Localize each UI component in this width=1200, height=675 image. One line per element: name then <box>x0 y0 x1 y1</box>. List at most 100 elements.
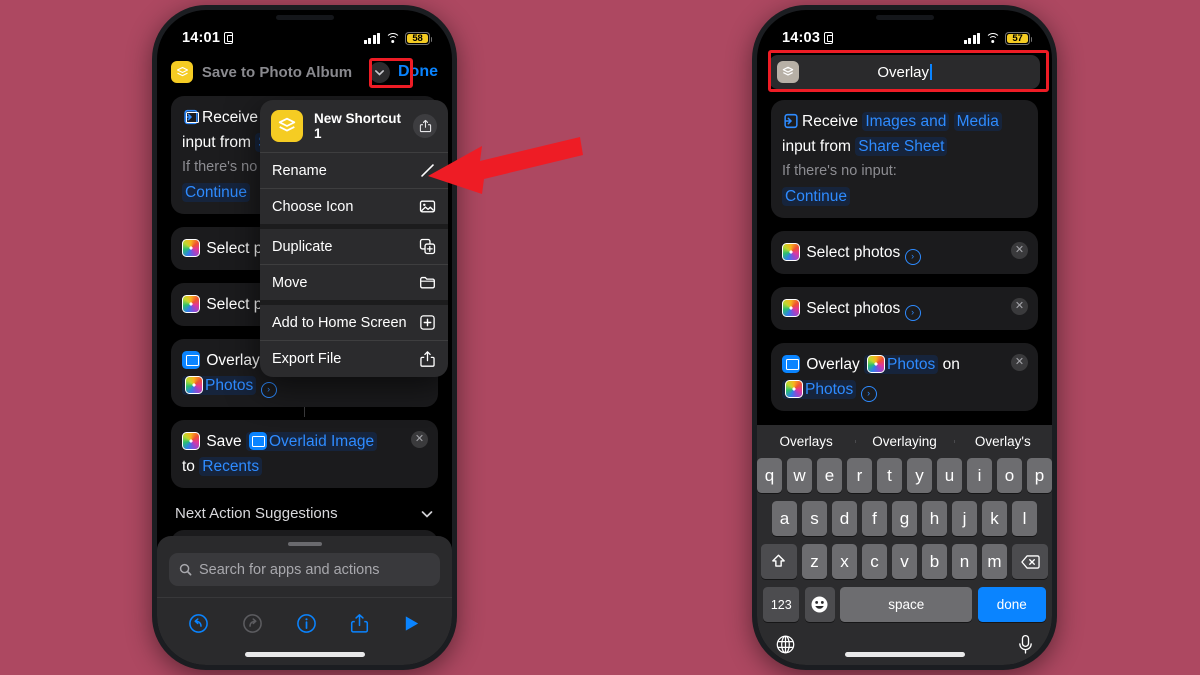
remove-action-button[interactable]: ✕ <box>1011 242 1028 259</box>
photos-app-icon <box>182 238 200 257</box>
play-icon[interactable] <box>402 614 421 633</box>
menu-item-move[interactable]: Move <box>260 264 448 300</box>
battery-icon: 57 <box>1005 31 1033 45</box>
chevron-right-circle-icon[interactable]: › <box>904 305 921 321</box>
done-key[interactable]: done <box>977 587 1046 622</box>
key-s[interactable]: s <box>802 501 827 536</box>
overlay-bottom-token[interactable]: Photos <box>182 375 257 395</box>
wifi-icon <box>985 32 1000 44</box>
menu-item-label: Move <box>272 274 308 291</box>
menu-item-label: Export File <box>272 351 342 367</box>
numbers-key[interactable]: 123 <box>763 587 800 622</box>
left-nav-title: Save to Photo Album <box>201 63 353 81</box>
suggestion-2[interactable]: Overlay's <box>953 434 1052 449</box>
overlay-top-token[interactable]: Photos <box>864 354 939 374</box>
key-a[interactable]: a <box>772 501 797 536</box>
menu-item-label: Choose Icon <box>272 198 354 215</box>
input-from-label: input from <box>182 134 251 151</box>
no-input-note: If there's no input: <box>782 163 897 179</box>
suggestion-1[interactable]: Overlaying <box>855 434 953 449</box>
status-time: 14:03 <box>782 30 821 46</box>
emoji-smiley-icon[interactable] <box>804 587 835 622</box>
save-card[interactable]: ✕ Save Overlaid Image to Recents <box>171 420 438 488</box>
search-placeholder: Search for apps and actions <box>199 561 380 578</box>
menu-item-duplicate[interactable]: Duplicate <box>260 224 448 264</box>
backspace-delete-icon[interactable] <box>1012 544 1049 579</box>
key-x[interactable]: x <box>832 544 857 579</box>
key-o[interactable]: o <box>997 458 1022 493</box>
key-p[interactable]: p <box>1027 458 1052 493</box>
key-d[interactable]: d <box>832 501 857 536</box>
photos-app-icon <box>182 294 200 313</box>
key-l[interactable]: l <box>1012 501 1037 536</box>
key-w[interactable]: w <box>787 458 812 493</box>
key-t[interactable]: t <box>877 458 902 493</box>
share-up-arrow-icon <box>420 351 435 367</box>
key-g[interactable]: g <box>892 501 917 536</box>
key-h[interactable]: h <box>922 501 947 536</box>
search-icon <box>179 563 192 576</box>
remove-action-button[interactable]: ✕ <box>411 431 428 448</box>
key-z[interactable]: z <box>802 544 827 579</box>
receive-label: Receive <box>202 109 258 126</box>
info-circle-icon[interactable] <box>296 613 317 634</box>
key-q[interactable]: q <box>757 458 782 493</box>
select-photos-card-2[interactable]: ✕ Select photos › <box>771 287 1038 330</box>
chevron-right-circle-icon[interactable]: › <box>860 386 877 402</box>
key-v[interactable]: v <box>892 544 917 579</box>
receive-input-icon <box>782 112 800 130</box>
undo-icon[interactable] <box>188 613 209 634</box>
chevron-right-circle-icon[interactable]: › <box>260 382 277 398</box>
key-u[interactable]: u <box>937 458 962 493</box>
receive-input-card[interactable]: Receive Images and Media input from Shar… <box>771 100 1038 218</box>
share-up-arrow-icon[interactable] <box>350 613 369 634</box>
redo-icon[interactable] <box>242 613 263 634</box>
overlay-card[interactable]: ✕ Overlay Photos on Photos › <box>771 343 1038 411</box>
menu-item-export-file[interactable]: Export File <box>260 340 448 377</box>
key-e[interactable]: e <box>817 458 842 493</box>
right-action-list: Receive Images and Media input from Shar… <box>757 89 1052 411</box>
remove-action-button[interactable]: ✕ <box>1011 298 1028 315</box>
microphone-icon[interactable] <box>1017 634 1034 661</box>
red-arrow-pointing-to-rename <box>428 137 583 194</box>
album-token[interactable]: Recents <box>199 457 263 476</box>
space-key[interactable]: space <box>840 587 973 622</box>
key-c[interactable]: c <box>862 544 887 579</box>
overlaid-image-token[interactable]: Overlaid Image <box>245 431 378 451</box>
shift-up-arrow-icon[interactable] <box>760 544 797 579</box>
left-phone-screen: 14:01 58 Save to Photo Album Done Receiv… <box>157 10 452 665</box>
keyboard-row-1: qwertyuiop <box>757 458 1052 493</box>
key-n[interactable]: n <box>952 544 977 579</box>
input-type-token-2[interactable]: Media <box>953 112 1002 131</box>
key-k[interactable]: k <box>982 501 1007 536</box>
suggestion-0[interactable]: Overlays <box>757 434 855 449</box>
continue-token[interactable]: Continue <box>182 183 251 202</box>
overlay-bottom-token[interactable]: Photos <box>782 379 857 399</box>
status-time: 14:01 <box>182 30 221 46</box>
menu-item-add-to-home-screen[interactable]: Add to Home Screen <box>260 300 448 340</box>
drag-handle[interactable] <box>287 542 322 546</box>
editor-toolbar <box>157 597 452 649</box>
key-f[interactable]: f <box>862 501 887 536</box>
input-source-token[interactable]: Share Sheet <box>855 137 948 156</box>
select-photos-card-1[interactable]: ✕ Select photos › <box>771 231 1038 274</box>
battery-icon: 58 <box>405 31 433 45</box>
key-j[interactable]: j <box>952 501 977 536</box>
search-input[interactable]: Search for apps and actions <box>169 553 440 586</box>
key-m[interactable]: m <box>982 544 1007 579</box>
remove-action-button[interactable]: ✕ <box>1011 354 1028 371</box>
select-photos-label: Select photos <box>806 244 901 261</box>
input-type-token[interactable]: Images and <box>862 112 950 131</box>
menu-item-label: Add to Home Screen <box>272 314 407 331</box>
select-photos-label: Select photos <box>806 300 901 317</box>
chevron-right-circle-icon[interactable]: › <box>904 249 921 265</box>
key-i[interactable]: i <box>967 458 992 493</box>
plus-square-icon <box>420 315 435 330</box>
globe-language-icon[interactable] <box>775 634 796 661</box>
key-b[interactable]: b <box>922 544 947 579</box>
next-action-suggestions-header[interactable]: Next Action Suggestions <box>157 501 452 530</box>
cellular-signal-icon <box>963 32 980 44</box>
continue-token[interactable]: Continue <box>782 187 851 206</box>
key-y[interactable]: y <box>907 458 932 493</box>
key-r[interactable]: r <box>847 458 872 493</box>
